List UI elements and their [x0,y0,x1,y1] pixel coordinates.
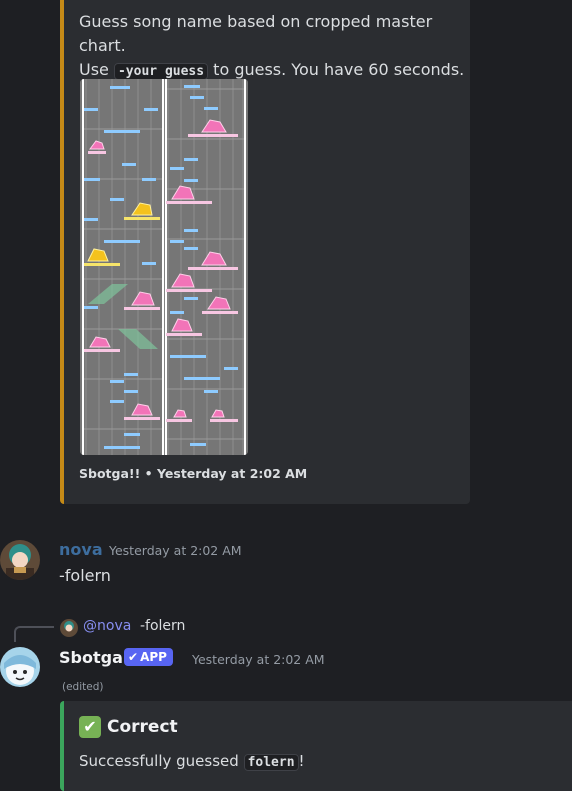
avatar-sbotga-image [0,647,40,687]
answer-code: folern [243,754,299,771]
check-mark-icon: ✔ [79,716,101,738]
chart-image[interactable] [80,79,248,455]
avatar-nova[interactable] [0,540,40,580]
app-badge: ✔ APP [124,648,173,666]
embed-footer: Sbotga!! • Yesterday at 2:02 AM [79,466,308,481]
quiz-embed: Guess song name based on cropped master … [60,0,470,504]
avatar-nova-image [0,540,40,580]
message-timestamp: Yesterday at 2:02 AM [109,543,242,558]
result-desc-prefix: Successfully guessed [79,752,244,770]
result-title-text: Correct [107,717,178,737]
result-title: ✔ Correct [79,716,178,738]
guess-command-code: -your guess [113,63,209,80]
result-embed: ✔ Correct Successfully guessed folern! [60,701,572,791]
embed-line-2-suffix: to guess. You have 60 seconds. [208,60,465,79]
result-desc-suffix: ! [298,752,305,770]
reply-avatar[interactable] [60,619,78,637]
embed-line-2-prefix: Use [79,60,114,79]
reply-quoted-text[interactable]: -folern [140,618,185,634]
username-nova[interactable]: nova [59,540,103,559]
reply-mention[interactable]: @nova [83,618,131,634]
embed-description: Guess song name based on cropped master … [79,10,469,84]
reply-avatar-image [60,619,78,637]
avatar-sbotga[interactable] [0,647,40,687]
embed-line-1: Guess song name based on cropped master … [79,12,433,55]
bot-timestamp: Yesterday at 2:02 AM [192,652,325,667]
result-description: Successfully guessed folern! [79,752,305,771]
edited-label: (edited) [62,681,104,693]
chart-svg [80,79,248,455]
message-text: -folern [59,566,111,585]
reply-connector [14,626,54,642]
verified-check-icon: ✔ [128,650,139,664]
app-badge-label: APP [140,650,167,664]
username-sbotga[interactable]: Sbotga [59,648,123,667]
